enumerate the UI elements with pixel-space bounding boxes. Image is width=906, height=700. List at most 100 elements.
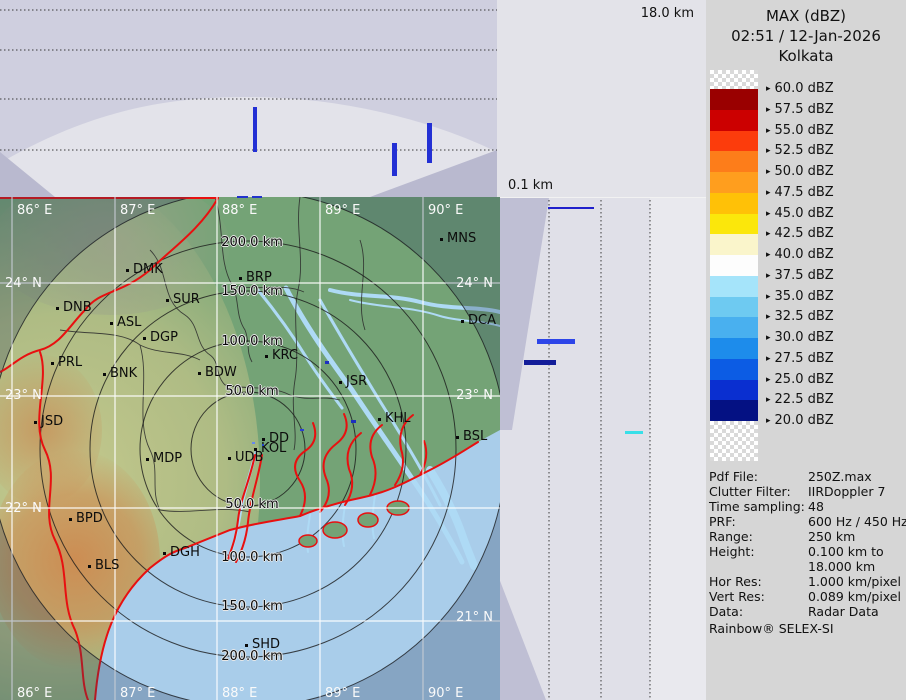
cross-section-echo-bar bbox=[392, 143, 397, 176]
info-value: IIRDoppler 7 bbox=[808, 484, 903, 499]
city-dot bbox=[166, 299, 169, 302]
range-ring-label: 50.0 km bbox=[225, 384, 278, 399]
tick-arrow-icon: ▸ bbox=[766, 229, 771, 239]
cross-section-corner-panel: 18.0 km 0.1 km bbox=[497, 0, 706, 197]
tick-text: 35.0 dBZ bbox=[775, 289, 834, 304]
lon-label: 87° E bbox=[120, 203, 155, 218]
city-dot bbox=[378, 418, 381, 421]
tick-text: 25.0 dBZ bbox=[775, 372, 834, 387]
station-name: Kolkata bbox=[706, 46, 906, 66]
city-dot bbox=[146, 458, 149, 461]
tick-arrow-icon: ▸ bbox=[766, 126, 771, 136]
info-value: 18.000 km bbox=[808, 559, 903, 574]
lon-label: 90° E bbox=[428, 686, 463, 700]
range-ring-label: 150.0 km bbox=[221, 284, 283, 299]
legend-band bbox=[710, 110, 758, 131]
lat-label: 22° N bbox=[5, 501, 42, 516]
info-row: PRF:600 Hz / 450 Hz bbox=[709, 514, 903, 529]
legend-band bbox=[710, 255, 758, 276]
legend-tick-label: ▸50.0 dBZ bbox=[766, 164, 834, 180]
info-label: Range: bbox=[709, 529, 808, 544]
info-row: Height:0.100 km to bbox=[709, 544, 903, 559]
transparent-checker-top bbox=[710, 70, 758, 89]
radar-echo-mark bbox=[237, 196, 248, 198]
city-label: BDW bbox=[205, 365, 237, 380]
info-label: Clutter Filter: bbox=[709, 484, 808, 499]
cross-section-echo-bar bbox=[427, 123, 432, 163]
lon-label: 86° E bbox=[17, 203, 52, 218]
city-label: BRP bbox=[246, 270, 272, 285]
city-label: MNS bbox=[447, 231, 476, 246]
transparent-checker-bottom bbox=[710, 421, 758, 461]
tick-text: 37.5 dBZ bbox=[775, 268, 834, 283]
software-credit: Rainbow® SELEX-SI bbox=[709, 621, 834, 636]
legend-band bbox=[710, 234, 758, 255]
max-height-label: 18.0 km bbox=[641, 6, 694, 21]
tick-text: 22.5 dBZ bbox=[775, 392, 834, 407]
legend-tick-label: ▸ 57.5 dBZ bbox=[766, 102, 834, 118]
legend-band bbox=[710, 151, 758, 172]
info-label: PRF: bbox=[709, 514, 808, 529]
city-label: MDP bbox=[153, 451, 182, 466]
info-row: Clutter Filter:IIRDoppler 7 bbox=[709, 484, 903, 499]
tick-text: 52.5 dBZ bbox=[775, 143, 834, 158]
legend-tick-label: ▸42.5 dBZ bbox=[766, 226, 834, 242]
city-dot bbox=[239, 277, 242, 280]
cross-section-echo-bar bbox=[524, 360, 556, 365]
lat-label: 21° N bbox=[456, 610, 493, 625]
tick-text: 40.0 dBZ bbox=[775, 247, 834, 262]
city-dot bbox=[69, 518, 72, 521]
lon-label: 87° E bbox=[120, 686, 155, 700]
top-cross-section-panel bbox=[0, 0, 497, 197]
radar-echo-mark bbox=[325, 361, 329, 364]
top-cross-section-art bbox=[0, 0, 497, 197]
range-ring-label: 150.0 km bbox=[221, 599, 283, 614]
tick-arrow-icon: ▸ bbox=[766, 250, 771, 260]
legend-panel: MAX (dBZ) 02:51 / 12-Jan-2026 Kolkata ▸6… bbox=[706, 0, 906, 700]
legend-band bbox=[710, 131, 758, 152]
info-row: Hor Res:1.000 km/pixel bbox=[709, 574, 903, 589]
radar-echo-mark bbox=[300, 429, 304, 431]
legend-tick-label: ▸45.0 dBZ bbox=[766, 206, 834, 222]
range-ring-label: 100.0 km bbox=[221, 334, 283, 349]
cross-section-echo-bar bbox=[625, 431, 643, 434]
city-dot bbox=[228, 457, 231, 460]
city-label: DGP bbox=[150, 330, 178, 345]
city-label: JSD bbox=[41, 414, 63, 429]
tick-text: 57.5 dBZ bbox=[775, 102, 834, 117]
city-label: DMK bbox=[133, 262, 163, 277]
info-row: Vert Res:0.089 km/pixel bbox=[709, 589, 903, 604]
info-value: 250 km bbox=[808, 529, 903, 544]
city-label: DCA bbox=[468, 313, 496, 328]
tick-arrow-icon: ▸ bbox=[766, 375, 771, 385]
legend-band bbox=[710, 297, 758, 318]
radar-echo-mark bbox=[351, 420, 356, 423]
tick-arrow-icon: ▸ bbox=[766, 84, 771, 94]
city-dot bbox=[110, 322, 113, 325]
city-dot bbox=[88, 565, 91, 568]
info-label: Data: bbox=[709, 604, 808, 619]
legend-tick-label: ▸20.0 dBZ bbox=[766, 413, 834, 429]
city-label: DNB bbox=[63, 300, 92, 315]
info-row: Pdf File:250Z.max bbox=[709, 469, 903, 484]
info-label: Time sampling: bbox=[709, 499, 808, 514]
info-label: Vert Res: bbox=[709, 589, 808, 604]
info-row: Data:Radar Data bbox=[709, 604, 903, 619]
lat-label: 24° N bbox=[5, 276, 42, 291]
city-dot bbox=[126, 269, 129, 272]
city-label: KRC bbox=[272, 348, 298, 363]
tick-text: 20.0 dBZ bbox=[775, 413, 834, 428]
tick-arrow-icon: ▸ bbox=[766, 105, 771, 115]
tick-text: 30.0 dBZ bbox=[775, 330, 834, 345]
city-dot bbox=[461, 320, 464, 323]
city-dot bbox=[143, 337, 146, 340]
city-dot bbox=[51, 362, 54, 365]
info-value: Radar Data bbox=[808, 604, 903, 619]
radar-map[interactable]: 86° E86° E87° E87° E88° E88° E89° E89° E… bbox=[0, 197, 500, 700]
city-label: SHD bbox=[252, 637, 280, 652]
city-dot bbox=[103, 373, 106, 376]
city-label: SUR bbox=[173, 292, 200, 307]
radar-echo-mark bbox=[252, 442, 255, 444]
legend-tick-label: ▸47.5 dBZ bbox=[766, 185, 834, 201]
city-dot bbox=[163, 552, 166, 555]
